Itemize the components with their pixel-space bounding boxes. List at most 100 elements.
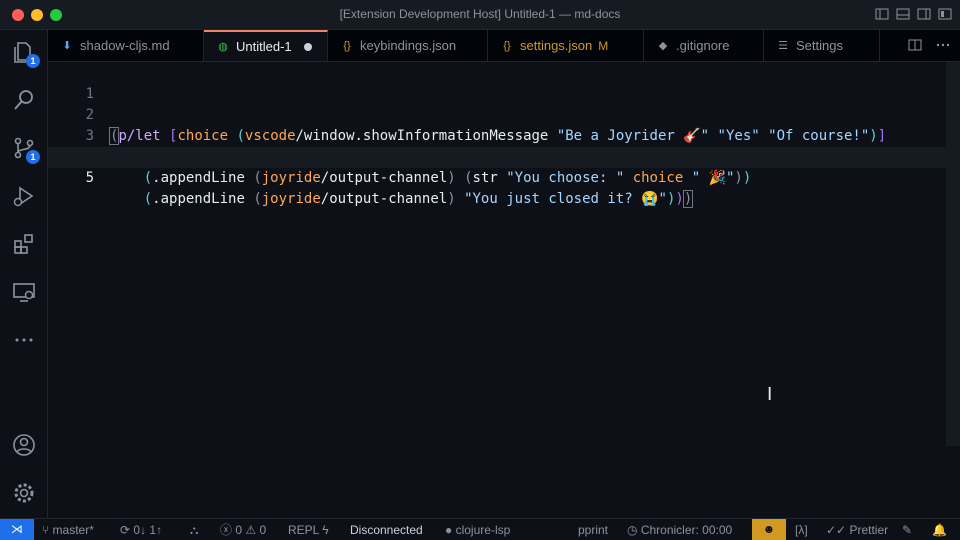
remote-indicator-icon[interactable]: ⋊: [0, 519, 34, 540]
tab-untitled-1[interactable]: ◍ Untitled-1: [204, 30, 328, 61]
double-check-icon: ✓✓: [826, 523, 847, 537]
sync-counts: 0↓ 1↑: [133, 523, 163, 537]
paren-token: ): [734, 170, 743, 186]
pprint-toggle[interactable]: pprint: [578, 522, 608, 538]
lightning-icon: ϟ: [322, 523, 329, 537]
code-line[interactable]: 3 (if choice: [48, 105, 946, 165]
line-code: (.appendLine (joyride/output-channel) (s…: [110, 168, 752, 189]
repl-button[interactable]: REPL ϟ: [288, 522, 329, 538]
activity-bar: 1 1: [0, 30, 48, 518]
toggle-panel-icon[interactable]: [896, 7, 910, 21]
string-token: "You just closed it? 😭": [464, 191, 667, 207]
layout-controls: [875, 7, 952, 21]
lambda-indicator[interactable]: [λ]: [795, 522, 808, 538]
paren-token: ): [447, 170, 456, 186]
tab-label: settings.json: [520, 38, 593, 53]
string-token: "You choose: ": [506, 170, 625, 186]
tab-label: Settings: [796, 38, 843, 53]
explorer-icon[interactable]: 1: [12, 40, 40, 68]
clock-icon: ◷: [627, 523, 638, 537]
code-line-current[interactable]: 5 (.appendLine (joyride/output-channel) …: [48, 147, 946, 208]
paren-token: (: [464, 170, 473, 186]
explorer-badge: 1: [26, 54, 40, 68]
warning-icon: ⚠: [245, 523, 257, 537]
search-icon[interactable]: [12, 88, 36, 112]
toggle-secondary-sidebar-icon[interactable]: [917, 7, 931, 21]
chronicler-label: Chronicler: 00:00: [640, 523, 733, 537]
feedback-icon[interactable]: ✎: [902, 522, 912, 538]
vertical-scrollbar[interactable]: [946, 62, 960, 446]
paren-token: (: [143, 170, 153, 186]
text-cursor-icon: I: [767, 384, 773, 405]
modified-indicator: M: [598, 38, 609, 53]
repl-label: REPL: [288, 523, 319, 537]
branch-indicator[interactable]: ⑂ master*: [42, 522, 94, 538]
code-line[interactable]: 4 (.appendLine (joyride/output-channel) …: [48, 126, 946, 186]
tab-label: shadow-cljs.md: [80, 38, 170, 53]
json-icon: {}: [343, 39, 351, 52]
run-debug-icon[interactable]: [12, 184, 36, 208]
code-line[interactable]: 2 (p/let [choice (vscode/window.showInfo…: [48, 84, 946, 145]
sync-icon: ⟳: [120, 523, 131, 537]
paren-token: ): [682, 190, 694, 208]
markdown-icon: ⬇: [62, 40, 72, 52]
prettier-status[interactable]: ✓✓ Prettier: [826, 522, 888, 538]
method-token: .appendLine: [152, 191, 245, 207]
error-icon: ⓧ: [220, 523, 233, 537]
method-token: .appendLine: [152, 170, 245, 186]
sync-indicator[interactable]: ⟳ 0↓ 1↑: [120, 522, 162, 538]
paren-token: ): [675, 191, 684, 207]
code-editor[interactable]: 1 2 (p/let [choice (vscode/window.showIn…: [48, 62, 960, 518]
indent-token: [110, 191, 144, 207]
tab-label: Untitled-1: [236, 39, 292, 54]
accounts-icon[interactable]: [12, 433, 36, 457]
clojure-icon: ◍: [218, 41, 228, 53]
split-editor-icon[interactable]: [908, 38, 922, 52]
code-line[interactable]: 1: [48, 63, 946, 102]
chronicler-status[interactable]: ◷ Chronicler: 00:00: [627, 522, 732, 538]
tab-shadow-cljs-md[interactable]: ⬇ shadow-cljs.md: [48, 30, 204, 61]
git-icon: ◆: [658, 40, 668, 52]
manage-gear-icon[interactable]: [12, 481, 36, 505]
tab-settings[interactable]: ☰ Settings: [764, 30, 880, 61]
problems-indicator[interactable]: ⓧ 0 ⚠ 0: [220, 522, 266, 538]
tab-label: keybindings.json: [360, 38, 457, 53]
customize-layout-icon[interactable]: [938, 7, 952, 21]
status-bar: ⋊ ⑂ master* ⟳ 0↓ 1↑ ⛬ ⓧ 0 ⚠ 0 REPL ϟ Dis…: [0, 518, 960, 540]
lsp-status[interactable]: ● clojure-lsp: [445, 522, 510, 538]
paren-token: (: [253, 191, 262, 207]
title-bar: [Extension Development Host] Untitled-1 …: [0, 0, 960, 30]
branch-name: master*: [52, 523, 94, 537]
more-actions-icon[interactable]: [936, 38, 950, 52]
paren-token: ): [447, 191, 456, 207]
json-icon: {}: [503, 39, 511, 52]
toggle-sidebar-icon[interactable]: [875, 7, 889, 21]
live-share-icon[interactable]: ⛬: [190, 522, 198, 538]
tab-gitignore[interactable]: ◆ .gitignore: [644, 30, 764, 61]
source-control-badge: 1: [26, 150, 40, 164]
prettier-label: Prettier: [849, 523, 889, 537]
connection-status[interactable]: Disconnected: [350, 522, 423, 538]
more-views-icon[interactable]: [12, 328, 36, 352]
settings-list-icon: ☰: [778, 40, 788, 52]
string-token: " 🎉": [691, 170, 735, 186]
extensions-icon[interactable]: [12, 232, 36, 256]
function-token: /output-channel: [320, 191, 448, 207]
editor-tab-bar: ⬇ shadow-cljs.md ◍ Untitled-1 {} keybind…: [48, 30, 960, 62]
tab-label: .gitignore: [676, 38, 730, 53]
symbol-token: choice: [624, 170, 692, 186]
remote-explorer-icon[interactable]: [12, 280, 36, 304]
notifications-bell-icon[interactable]: 🔔: [932, 522, 947, 538]
copilot-icon[interactable]: ☻: [752, 519, 786, 540]
paren-token: ): [742, 170, 752, 186]
indent-token: [110, 170, 144, 186]
tab-settings-json[interactable]: {} settings.json M: [488, 30, 644, 61]
window-title: [Extension Development Host] Untitled-1 …: [339, 7, 621, 21]
paren-token: (: [143, 191, 153, 207]
source-control-icon[interactable]: 1: [12, 136, 40, 164]
tab-keybindings-json[interactable]: {} keybindings.json: [328, 30, 488, 61]
unsaved-dot-icon[interactable]: [303, 42, 312, 51]
warning-count: 0: [259, 523, 267, 537]
